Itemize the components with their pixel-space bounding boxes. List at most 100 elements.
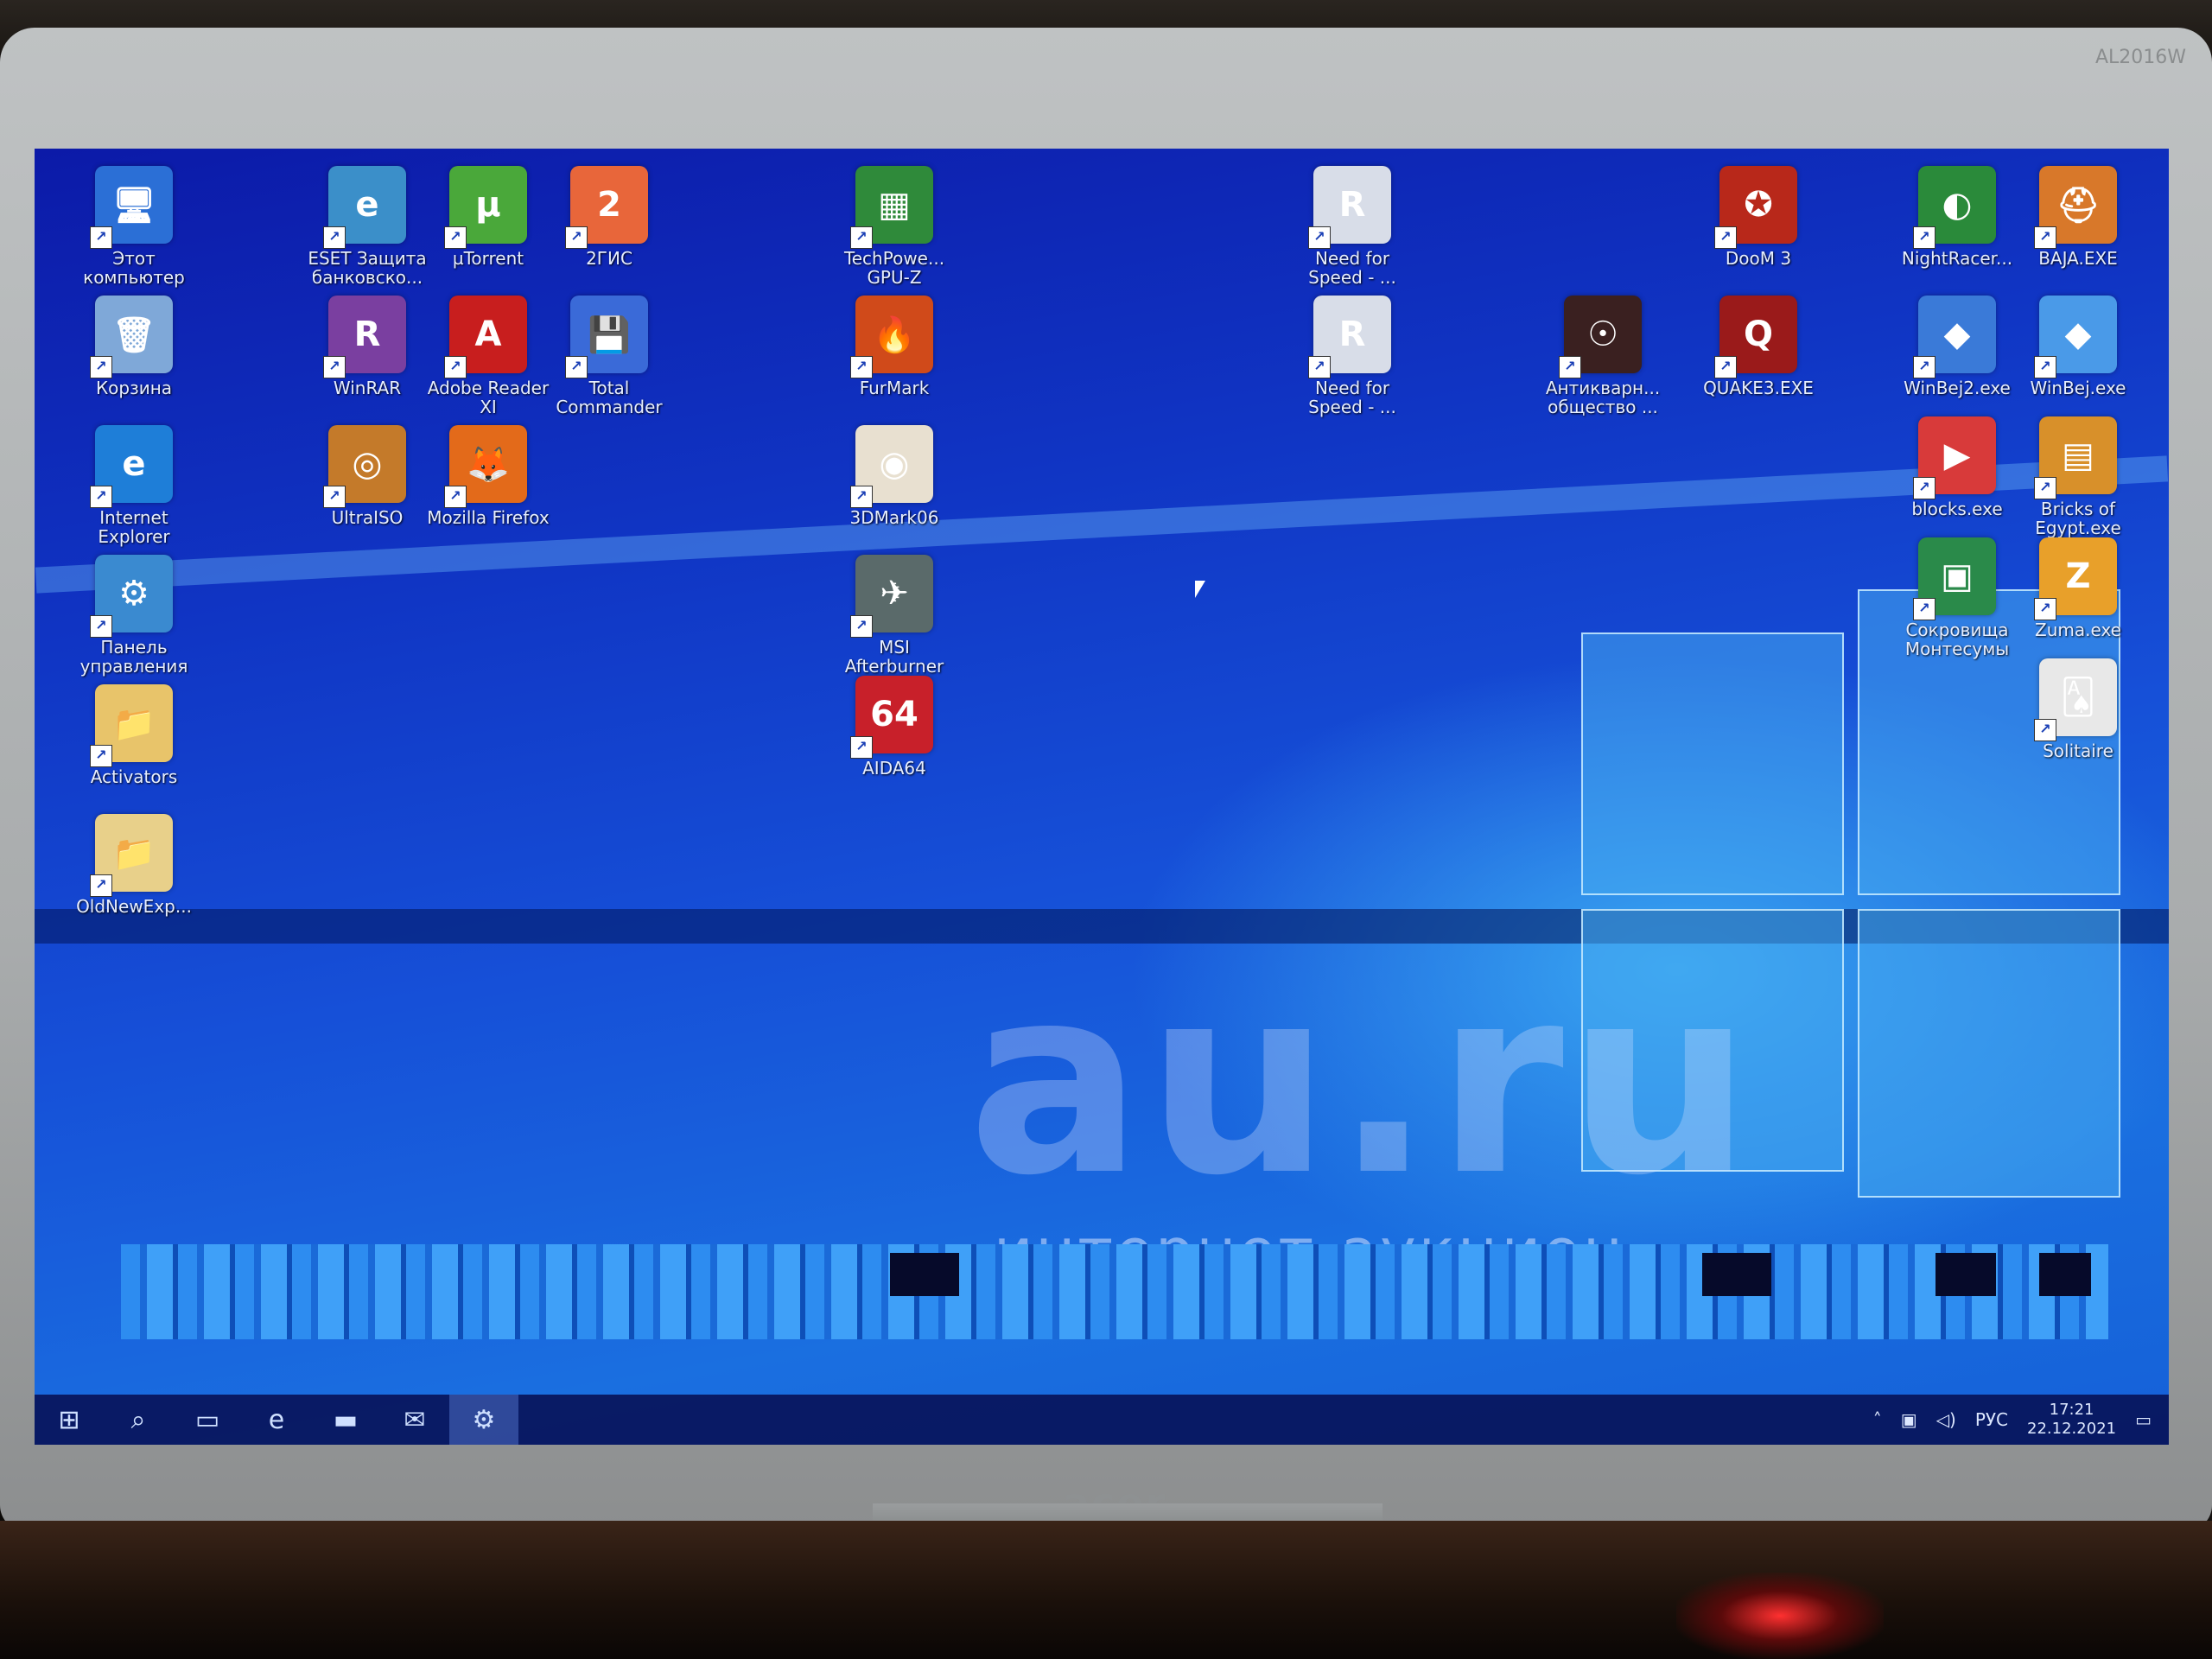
bricks-egypt-icon: ▤ ↗ bbox=[2034, 416, 2117, 499]
desktop-icon[interactable]: ◉ ↗ 3DMark06 bbox=[830, 425, 959, 527]
desktop-icon[interactable]: ◐ ↗ NightRacer... bbox=[1892, 166, 2022, 268]
desktop-icon[interactable]: ▤ ↗ Bricks of Egypt.exe bbox=[2013, 416, 2143, 537]
shortcut-arrow-icon: ↗ bbox=[2034, 477, 2056, 499]
desktop-icon[interactable]: 🗑 ↗ Корзина bbox=[69, 296, 199, 397]
desktop-icon[interactable]: e ↗ ESET Защита банковско... bbox=[302, 166, 432, 287]
desktop-icon[interactable]: ▶ ↗ blocks.exe bbox=[1892, 416, 2022, 518]
desktop-icon-label: 3DMark06 bbox=[849, 507, 939, 528]
desktop-icon[interactable]: ◆ ↗ WinBej.exe bbox=[2013, 296, 2143, 397]
shortcut-arrow-icon: ↗ bbox=[1559, 356, 1581, 378]
search-button[interactable]: ⌕ bbox=[104, 1395, 173, 1445]
desktop-icon[interactable]: 📁 ↗ OldNewExp... bbox=[69, 814, 199, 916]
edge-button[interactable]: e bbox=[242, 1395, 311, 1445]
desktop-icon[interactable]: ⛑ ↗ BAJA.EXE bbox=[2013, 166, 2143, 268]
desktop-icon[interactable]: 🦊 ↗ Mozilla Firefox bbox=[423, 425, 553, 527]
desktop-icon[interactable]: ✪ ↗ DooM 3 bbox=[1694, 166, 1823, 268]
desktop-icon[interactable]: A ↗ Adobe Reader XI bbox=[423, 296, 553, 416]
need-for-speed-icon: R ↗ bbox=[1308, 296, 1391, 378]
desktop-icon[interactable]: µ ↗ µTorrent bbox=[423, 166, 553, 268]
desktop-icon-label: WinBej.exe bbox=[2030, 378, 2126, 398]
game-icon: ☉ ↗ bbox=[1559, 296, 1642, 378]
volume-icon[interactable]: ◁) bbox=[1936, 1409, 1956, 1430]
desktop-icon[interactable]: ◎ ↗ UltraISO bbox=[302, 425, 432, 527]
desktop-icon[interactable]: 2 ↗ 2ГИС bbox=[544, 166, 674, 268]
desktop-icon-label: AIDA64 bbox=[862, 758, 926, 779]
watermark-logo: au.ru bbox=[968, 931, 1756, 1232]
desktop-icon-label: Total Commander bbox=[556, 378, 663, 417]
desktop-icon[interactable]: R ↗ Need for Speed - ... bbox=[1287, 166, 1417, 287]
desktop-icon-label: Mozilla Firefox bbox=[427, 507, 550, 528]
desktop-icon-label: WinRAR bbox=[333, 378, 402, 398]
desktop-icon-label: WinBej2.exe bbox=[1904, 378, 2011, 398]
network-icon[interactable]: ▣ bbox=[1901, 1409, 1917, 1430]
winbej-icon: ◆ ↗ bbox=[2034, 296, 2117, 378]
desktop-icon-label: Solitaire bbox=[2043, 741, 2113, 761]
desktop-icon[interactable]: 🔥 ↗ FurMark bbox=[830, 296, 959, 397]
notifications-icon[interactable]: ▭ bbox=[2135, 1409, 2152, 1430]
desktop-icon[interactable]: ▣ ↗ Сокровища Монтесумы bbox=[1892, 537, 2022, 658]
shortcut-arrow-icon: ↗ bbox=[444, 486, 467, 508]
desktop-icon[interactable]: 🖥 ↗ Этот компьютер bbox=[69, 166, 199, 287]
language-indicator[interactable]: РУС bbox=[1975, 1409, 2008, 1430]
mail-button[interactable]: ✉ bbox=[380, 1395, 449, 1445]
shortcut-arrow-icon: ↗ bbox=[565, 226, 588, 249]
shortcut-arrow-icon: ↗ bbox=[2034, 356, 2056, 378]
shortcut-arrow-icon: ↗ bbox=[1913, 598, 1936, 620]
desktop-icon-label: DooM 3 bbox=[1725, 248, 1792, 269]
desktop-icon[interactable]: ☉ ↗ Антикварн... общество ... bbox=[1538, 296, 1668, 416]
desktop-icon-label: Zuma.exe bbox=[2035, 620, 2121, 640]
file-explorer-button[interactable]: ▬ bbox=[311, 1395, 380, 1445]
start-button[interactable]: ⊞ bbox=[35, 1395, 104, 1445]
desktop-icon[interactable]: R ↗ WinRAR bbox=[302, 296, 432, 397]
desktop-icon[interactable]: 💾 ↗ Total Commander bbox=[544, 296, 674, 416]
shortcut-arrow-icon: ↗ bbox=[1714, 226, 1737, 249]
zuma-icon: Z ↗ bbox=[2034, 537, 2117, 620]
shortcut-arrow-icon: ↗ bbox=[1308, 356, 1331, 378]
desktop-icon[interactable]: 64 ↗ AIDA64 bbox=[830, 676, 959, 778]
shortcut-arrow-icon: ↗ bbox=[90, 486, 112, 508]
desktop-icon[interactable]: Z ↗ Zuma.exe bbox=[2013, 537, 2143, 639]
monitor: AL2016W au.ru интернет-аукцион 🖥↗Этот ко… bbox=[0, 28, 2212, 1531]
shortcut-arrow-icon: ↗ bbox=[850, 615, 873, 638]
desktop-icon[interactable]: e ↗ Internet Explorer bbox=[69, 425, 199, 546]
desktop-icon[interactable]: R ↗ Need for Speed - ... bbox=[1287, 296, 1417, 416]
shortcut-arrow-icon: ↗ bbox=[1913, 356, 1936, 378]
shortcut-arrow-icon: ↗ bbox=[850, 486, 873, 508]
task-view-button[interactable]: ▭ bbox=[173, 1395, 242, 1445]
clock-date: 22.12.2021 bbox=[2027, 1420, 2117, 1438]
tray-chevron-icon[interactable]: ˄ bbox=[1873, 1409, 1882, 1430]
utorrent-icon: µ ↗ bbox=[444, 166, 527, 249]
desktop-icon-label: Need for Speed - ... bbox=[1308, 378, 1396, 417]
furmark-icon: 🔥 ↗ bbox=[850, 296, 933, 378]
desktop-icon-label: BAJA.EXE bbox=[2038, 248, 2118, 269]
doom3-icon: ✪ ↗ bbox=[1714, 166, 1797, 249]
desktop-icon[interactable]: 🂡 ↗ Solitaire bbox=[2013, 658, 2143, 760]
desktop-icon[interactable]: ◆ ↗ WinBej2.exe bbox=[1892, 296, 2022, 397]
desktop-icon-label: µTorrent bbox=[452, 248, 524, 269]
gaming-mouse-glow bbox=[1676, 1573, 1884, 1659]
settings-button[interactable]: ⚙ bbox=[449, 1395, 518, 1445]
desktop-icon-label: QUAKE3.EXE bbox=[1703, 378, 1814, 398]
desktop-icon[interactable]: ⚙ ↗ Панель управления bbox=[69, 555, 199, 676]
clock[interactable]: 17:21 22.12.2021 bbox=[2027, 1401, 2116, 1439]
desktop-icon[interactable]: 📁 ↗ Activators bbox=[69, 684, 199, 786]
mail-icon: ✉ bbox=[404, 1404, 426, 1435]
desktop-icon-label: UltraISO bbox=[331, 507, 404, 528]
desktop-icon[interactable]: ✈ ↗ MSI Afterburner bbox=[830, 555, 959, 676]
shortcut-arrow-icon: ↗ bbox=[2034, 719, 2056, 741]
3dmark-icon: ◉ ↗ bbox=[850, 425, 933, 508]
shortcut-arrow-icon: ↗ bbox=[323, 486, 346, 508]
desktop-icon-label: Корзина bbox=[95, 378, 173, 398]
desktop-icon[interactable]: ▦ ↗ TechPowe... GPU-Z bbox=[830, 166, 959, 287]
shortcut-arrow-icon: ↗ bbox=[90, 874, 112, 897]
nightracer-icon: ◐ ↗ bbox=[1913, 166, 1996, 249]
shortcut-arrow-icon: ↗ bbox=[2034, 226, 2056, 249]
desktop-icon-label: ESET Защита банковско... bbox=[308, 248, 427, 288]
desktop-icon[interactable]: Q ↗ QUAKE3.EXE bbox=[1694, 296, 1823, 397]
desktop-icon-label: 2ГИС bbox=[586, 248, 632, 269]
desktop-icon-label: FurMark bbox=[859, 378, 930, 398]
task-view-icon: ▭ bbox=[194, 1404, 220, 1435]
winrar-icon: R ↗ bbox=[323, 296, 406, 378]
desktop-icon-label: Adobe Reader XI bbox=[427, 378, 550, 417]
edge-icon: e bbox=[268, 1404, 285, 1435]
